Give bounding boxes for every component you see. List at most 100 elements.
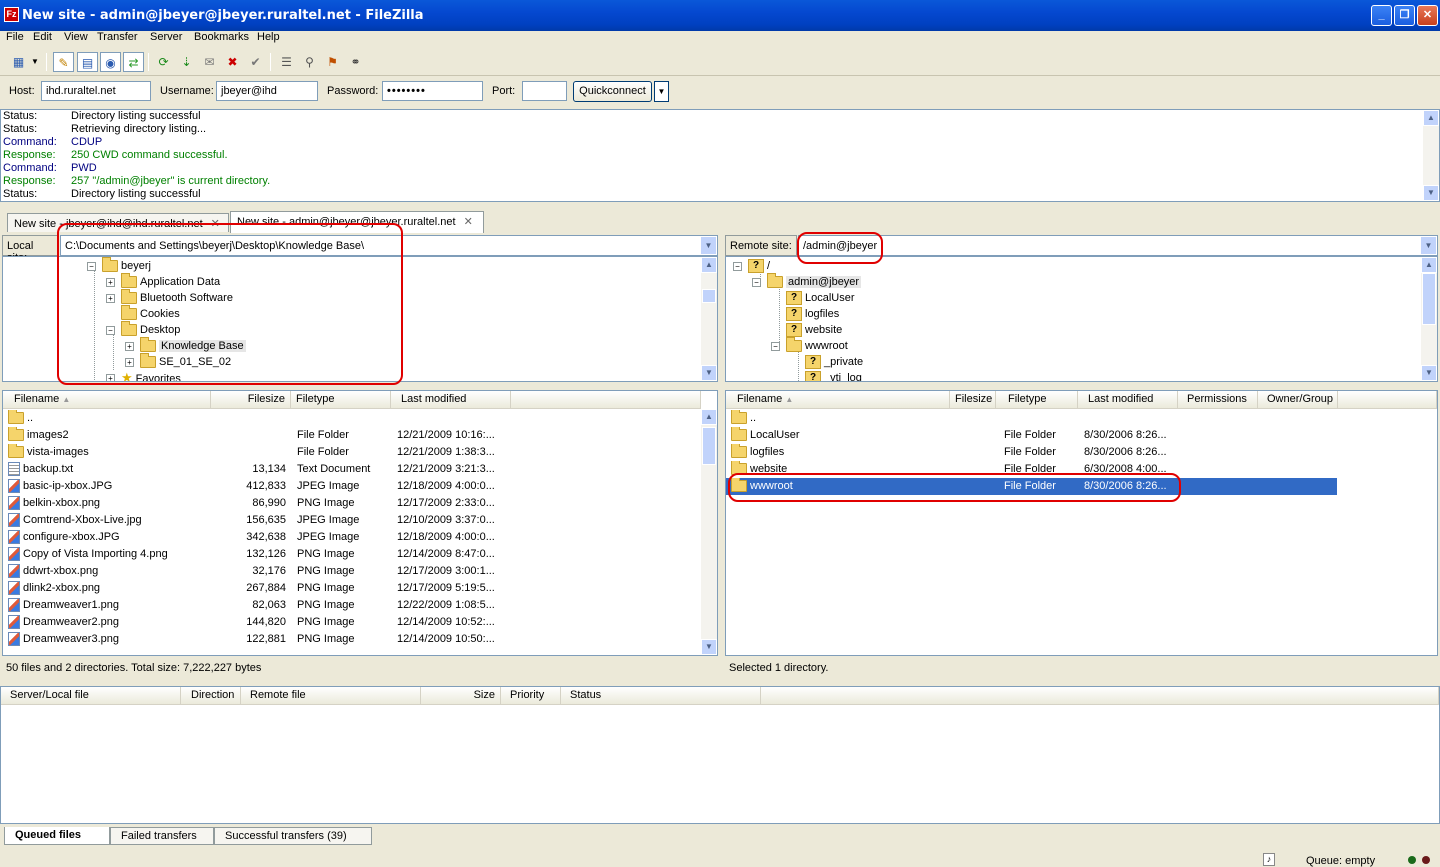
collapse-icon[interactable]: −: [752, 278, 761, 287]
local-file-row[interactable]: Copy of Vista Importing 4.png 132,126 PNG …: [3, 546, 717, 563]
local-file-row[interactable]: Dreamweaver3.png 122,881 PNG Image 12/14/20…: [3, 631, 717, 648]
remote-file-row[interactable]: LocalUser File Folder 8/30/2006 8:26...: [726, 427, 1437, 444]
remote-path-dropdown-icon[interactable]: ▼: [1420, 236, 1437, 255]
tree-node-localuser[interactable]: ? LocalUser: [771, 290, 855, 306]
tree-node-favorites[interactable]: + ★ Favorites: [106, 370, 181, 381]
collapse-icon[interactable]: −: [733, 262, 742, 271]
column-filesize[interactable]: Filesize: [950, 391, 996, 409]
column-priority[interactable]: Priority: [501, 687, 561, 705]
tree-node-logfiles[interactable]: ? logfiles: [771, 306, 839, 322]
remote-file-row[interactable]: website File Folder 6/30/2008 4:00...: [726, 461, 1437, 478]
disconnect-icon[interactable]: ✖: [222, 52, 243, 72]
directory-listing-filters-icon[interactable]: ☰: [276, 52, 297, 72]
tab-jbeyer-ihd[interactable]: New site - jbeyer@ihd@ihd.ruraltel.net ✕: [7, 213, 229, 232]
scroll-thumb[interactable]: [702, 289, 716, 303]
local-file-row[interactable]: basic-ip-xbox.JPG 412,833 JPEG Image 12/18/…: [3, 478, 717, 495]
close-tab-icon[interactable]: ✕: [211, 218, 220, 230]
quickconnect-button[interactable]: Quickconnect: [573, 81, 652, 102]
tree-node-knowledge-base[interactable]: + Knowledge Base: [125, 337, 246, 354]
tree-node-cookies[interactable]: Cookies: [106, 305, 180, 322]
tree-node-bluetooth-software[interactable]: + Bluetooth Software: [106, 289, 233, 306]
column-last-modified[interactable]: Last modified: [391, 391, 511, 409]
column-server-local-file[interactable]: Server/Local file: [1, 687, 181, 705]
tree-node-private[interactable]: ? _private: [790, 354, 863, 370]
menu-transfer[interactable]: Transfer: [97, 31, 138, 43]
column-filename[interactable]: Filename ▲: [726, 391, 950, 409]
expand-icon[interactable]: +: [106, 294, 115, 303]
local-file-row[interactable]: Dreamweaver1.png 82,063 PNG Image 12/22/200…: [3, 597, 717, 614]
column-last-modified[interactable]: Last modified: [1078, 391, 1178, 409]
expand-icon[interactable]: +: [125, 342, 134, 351]
menu-view[interactable]: View: [64, 31, 88, 43]
cancel-icon[interactable]: ✉: [199, 52, 220, 72]
scroll-down-icon[interactable]: ▼: [701, 365, 717, 381]
tree-node-se-01-se-02[interactable]: + SE_01_SE_02: [125, 353, 231, 370]
column-filetype[interactable]: Filetype: [291, 391, 391, 409]
menu-server[interactable]: Server: [150, 31, 182, 43]
speed-limit-icon[interactable]: ♪: [1263, 853, 1275, 866]
column-filesize[interactable]: Filesize: [211, 391, 291, 409]
toggle-remote-tree-icon[interactable]: ◉: [100, 52, 121, 72]
remote-file-row[interactable]: logfiles File Folder 8/30/2006 8:26...: [726, 444, 1437, 461]
tab-failed-transfers[interactable]: Failed transfers: [110, 827, 214, 845]
collapse-icon[interactable]: −: [771, 342, 780, 351]
tree-node-beyerj[interactable]: − beyerj: [87, 257, 151, 274]
column-filetype[interactable]: Filetype: [996, 391, 1078, 409]
scroll-thumb[interactable]: [702, 427, 716, 465]
expand-icon[interactable]: +: [106, 374, 115, 381]
host-input[interactable]: ihd.ruraltel.net: [41, 81, 151, 101]
minimize-button[interactable]: _: [1371, 5, 1392, 26]
local-path-dropdown-icon[interactable]: ▼: [700, 236, 717, 255]
site-manager-dropdown-icon[interactable]: ▼: [29, 52, 41, 72]
tree-node-desktop[interactable]: − Desktop: [106, 321, 180, 338]
local-file-row[interactable]: configure-xbox.JPG 342,638 JPEG Image 12/18…: [3, 529, 717, 546]
toggle-local-tree-icon[interactable]: ▤: [77, 52, 98, 72]
search-files-icon[interactable]: ⚭: [345, 52, 366, 72]
scroll-down-icon[interactable]: ▼: [1423, 185, 1439, 201]
scroll-down-icon[interactable]: ▼: [701, 639, 717, 655]
scroll-up-icon[interactable]: ▲: [1423, 110, 1439, 126]
toggle-queue-icon[interactable]: ⇄: [123, 52, 144, 72]
collapse-icon[interactable]: −: [87, 262, 96, 271]
local-file-row[interactable]: ..: [3, 410, 717, 427]
scroll-down-icon[interactable]: ▼: [1421, 365, 1437, 381]
remote-file-row[interactable]: ..: [726, 410, 1437, 427]
scroll-up-icon[interactable]: ▲: [701, 257, 717, 273]
port-input[interactable]: [522, 81, 567, 101]
column-owner-group[interactable]: Owner/Group: [1258, 391, 1338, 409]
toggle-log-icon[interactable]: ✎: [53, 52, 74, 72]
menu-bookmarks[interactable]: Bookmarks: [194, 31, 249, 43]
column-permissions[interactable]: Permissions: [1178, 391, 1258, 409]
expand-icon[interactable]: +: [125, 358, 134, 367]
column-remote-file[interactable]: Remote file: [241, 687, 421, 705]
local-file-row[interactable]: Dreamweaver2.png 144,820 PNG Image 12/14/20…: [3, 614, 717, 631]
process-queue-icon[interactable]: ⇣: [176, 52, 197, 72]
menu-help[interactable]: Help: [257, 31, 280, 43]
remote-file-row[interactable]: wwwroot File Folder 8/30/2006 8:26...: [726, 478, 1337, 495]
local-file-row[interactable]: Comtrend-Xbox-Live.jpg 156,635 JPEG Image 1…: [3, 512, 717, 529]
maximize-button[interactable]: ❐: [1394, 5, 1415, 26]
local-file-row[interactable]: backup.txt 13,134 Text Document 12/21/2009 …: [3, 461, 717, 478]
column-status[interactable]: Status: [561, 687, 761, 705]
column-filename[interactable]: Filename ▲: [3, 391, 211, 409]
expand-icon[interactable]: +: [106, 278, 115, 287]
close-tab-icon[interactable]: ✕: [464, 216, 473, 228]
refresh-icon[interactable]: ⟳: [153, 52, 174, 72]
local-file-row[interactable]: ddwrt-xbox.png 32,176 PNG Image 12/17/2009 …: [3, 563, 717, 580]
menu-file[interactable]: File: [6, 31, 24, 43]
quickconnect-dropdown-icon[interactable]: ▼: [654, 81, 669, 102]
tree-node-application-data[interactable]: + Application Data: [106, 273, 220, 290]
local-list-scrollbar[interactable]: ▲ ▼: [701, 409, 717, 655]
menu-edit[interactable]: Edit: [33, 31, 52, 43]
log-scrollbar[interactable]: ▲ ▼: [1423, 110, 1439, 201]
local-file-row[interactable]: belkin-xbox.png 86,990 PNG Image 12/17/2009…: [3, 495, 717, 512]
tree-node-admin-jbeyer[interactable]: − admin@jbeyer: [752, 273, 862, 290]
compare-directories-icon[interactable]: ⚲: [299, 52, 320, 72]
local-file-row[interactable]: images2 File Folder 12/21/2009 10:16:...: [3, 427, 717, 444]
collapse-icon[interactable]: −: [106, 326, 115, 335]
reconnect-icon[interactable]: ✔: [245, 52, 266, 72]
remote-path-input[interactable]: /admin@jbeyer: [798, 235, 1438, 256]
local-file-row[interactable]: vista-images File Folder 12/21/2009 1:38:3…: [3, 444, 717, 461]
tree-node-wwwroot[interactable]: − wwwroot: [771, 337, 848, 354]
column-direction[interactable]: Direction: [181, 687, 241, 705]
